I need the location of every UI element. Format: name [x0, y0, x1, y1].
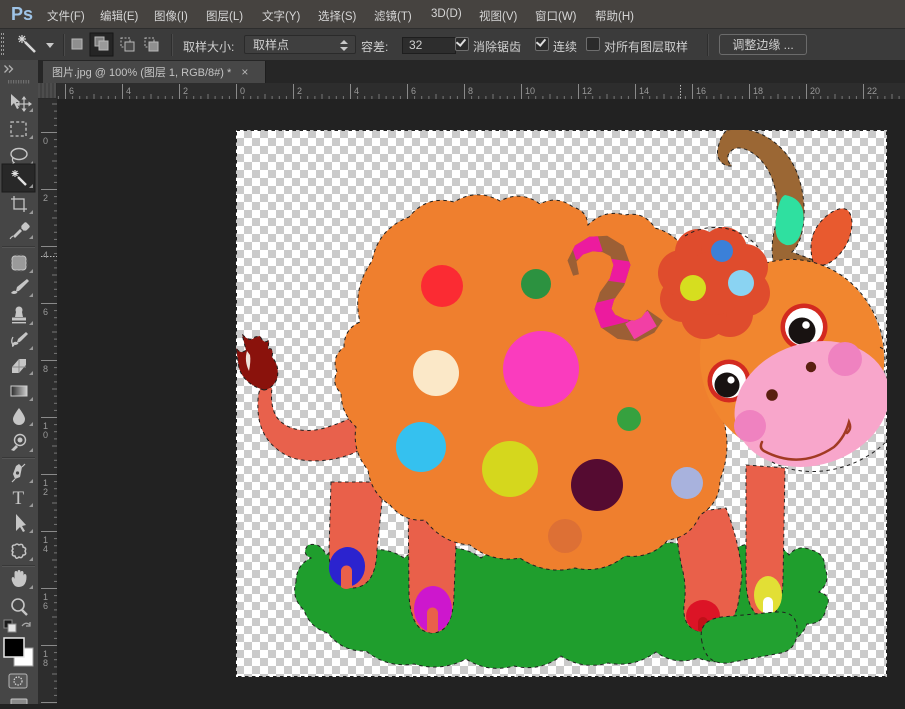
svg-text:0: 0 [240, 86, 245, 96]
svg-text:10: 10 [525, 86, 535, 96]
svg-text:0: 0 [43, 430, 48, 440]
svg-text:18: 18 [753, 86, 763, 96]
svg-text:2: 2 [43, 193, 48, 203]
svg-text:2: 2 [297, 86, 302, 96]
svg-text:6: 6 [69, 86, 74, 96]
svg-text:20: 20 [810, 86, 820, 96]
svg-text:4: 4 [126, 86, 131, 96]
svg-text:4: 4 [43, 544, 48, 554]
svg-text:6: 6 [43, 601, 48, 611]
svg-text:0: 0 [43, 136, 48, 146]
svg-text:6: 6 [43, 307, 48, 317]
svg-text:T: T [13, 488, 25, 509]
svg-text:8: 8 [468, 86, 473, 96]
svg-text:8: 8 [43, 658, 48, 668]
svg-text:6: 6 [411, 86, 416, 96]
svg-text:4: 4 [354, 86, 359, 96]
svg-text:4: 4 [43, 250, 48, 260]
svg-text:12: 12 [582, 86, 592, 96]
svg-text:2: 2 [43, 487, 48, 497]
svg-text:14: 14 [639, 86, 649, 96]
svg-text:8: 8 [43, 364, 48, 374]
svg-text:16: 16 [696, 86, 706, 96]
svg-text:2: 2 [183, 86, 188, 96]
svg-text:22: 22 [867, 86, 877, 96]
